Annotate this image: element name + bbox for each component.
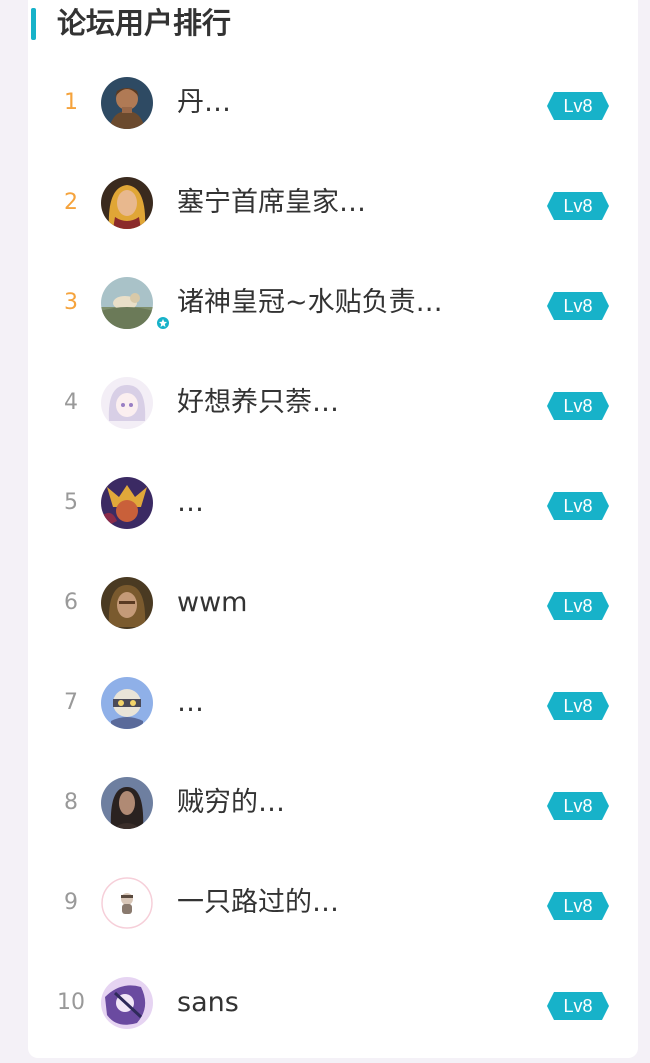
- panel-title: 论坛用户排行: [57, 6, 232, 40]
- landscape-avatar-icon[interactable]: [101, 277, 153, 329]
- user-name[interactable]: 好想养只萘…: [177, 385, 339, 421]
- user-name[interactable]: 塞宁首席皇家…: [177, 185, 366, 221]
- anime-girl-avatar-icon[interactable]: [101, 377, 153, 429]
- level-text: Lv8: [563, 896, 593, 916]
- knight-avatar-icon[interactable]: [101, 77, 153, 129]
- ranking-list: 1 丹… Lv8 2 塞宁首席皇家… Lv8 3 诸神皇冠~水贴负责… Lv8 …: [28, 53, 638, 1053]
- level-badge: Lv8: [547, 592, 609, 620]
- level-badge: Lv8: [547, 692, 609, 720]
- rank-number: 5: [64, 490, 78, 515]
- rank-number: 8: [64, 790, 78, 815]
- ranking-row[interactable]: 10 sans Lv8: [28, 953, 638, 1053]
- level-badge: Lv8: [547, 192, 609, 220]
- panel-header: 论坛用户排行: [28, 0, 638, 50]
- level-text: Lv8: [563, 796, 593, 816]
- level-badge: Lv8: [547, 292, 609, 320]
- armored-knight-avatar-icon[interactable]: [101, 677, 153, 729]
- user-name[interactable]: 贼穷的…: [177, 785, 285, 821]
- user-name[interactable]: 一只路过的…: [177, 885, 339, 921]
- level-text: Lv8: [563, 596, 593, 616]
- rank-number: 2: [64, 190, 78, 215]
- rank-number: 1: [64, 90, 78, 115]
- user-name[interactable]: 丹…: [177, 85, 231, 121]
- ranking-row[interactable]: 7 … Lv8: [28, 653, 638, 753]
- level-badge: Lv8: [547, 792, 609, 820]
- level-text: Lv8: [563, 196, 593, 216]
- art-avatar-icon[interactable]: [101, 977, 153, 1029]
- level-text: Lv8: [563, 396, 593, 416]
- dark-hero-avatar-icon[interactable]: [101, 777, 153, 829]
- level-badge: Lv8: [547, 992, 609, 1020]
- user-name[interactable]: sans: [177, 985, 239, 1021]
- ranking-row[interactable]: 3 诸神皇冠~水贴负责… Lv8: [28, 253, 638, 353]
- forum-user-ranking-panel: 论坛用户排行 1 丹… Lv8 2 塞宁首席皇家… Lv8 3 诸神皇冠~水贴负…: [28, 0, 638, 1058]
- rank-number: 6: [64, 590, 78, 615]
- user-name[interactable]: …: [177, 485, 204, 521]
- level-badge: Lv8: [547, 92, 609, 120]
- verified-badge-icon: [155, 315, 171, 331]
- small-character-avatar-icon[interactable]: [101, 877, 153, 929]
- user-name[interactable]: 诸神皇冠~水贴负责…: [177, 285, 443, 321]
- level-text: Lv8: [563, 96, 593, 116]
- rank-number: 7: [64, 690, 78, 715]
- level-text: Lv8: [563, 996, 593, 1016]
- level-badge: Lv8: [547, 892, 609, 920]
- rank-number: 3: [64, 290, 78, 315]
- rank-number: 10: [57, 990, 85, 1015]
- header-accent-bar: [31, 8, 36, 40]
- ranking-row[interactable]: 8 贼穷的… Lv8: [28, 753, 638, 853]
- rank-number: 9: [64, 890, 78, 915]
- level-badge: Lv8: [547, 492, 609, 520]
- ranking-row[interactable]: 4 好想养只萘… Lv8: [28, 353, 638, 453]
- ranking-row[interactable]: 1 丹… Lv8: [28, 53, 638, 153]
- level-text: Lv8: [563, 296, 593, 316]
- rank-number: 4: [64, 390, 78, 415]
- ranking-row[interactable]: 5 … Lv8: [28, 453, 638, 553]
- monkey-king-avatar-icon[interactable]: [101, 477, 153, 529]
- level-text: Lv8: [563, 496, 593, 516]
- level-text: Lv8: [563, 696, 593, 716]
- ranking-row[interactable]: 9 一只路过的… Lv8: [28, 853, 638, 953]
- user-name[interactable]: wwm: [177, 585, 247, 621]
- level-badge: Lv8: [547, 392, 609, 420]
- ranking-row[interactable]: 6 wwm Lv8: [28, 553, 638, 653]
- user-name[interactable]: …: [177, 685, 204, 721]
- blonde-woman-avatar-icon[interactable]: [101, 177, 153, 229]
- warrior-avatar-icon[interactable]: [101, 577, 153, 629]
- ranking-row[interactable]: 2 塞宁首席皇家… Lv8: [28, 153, 638, 253]
